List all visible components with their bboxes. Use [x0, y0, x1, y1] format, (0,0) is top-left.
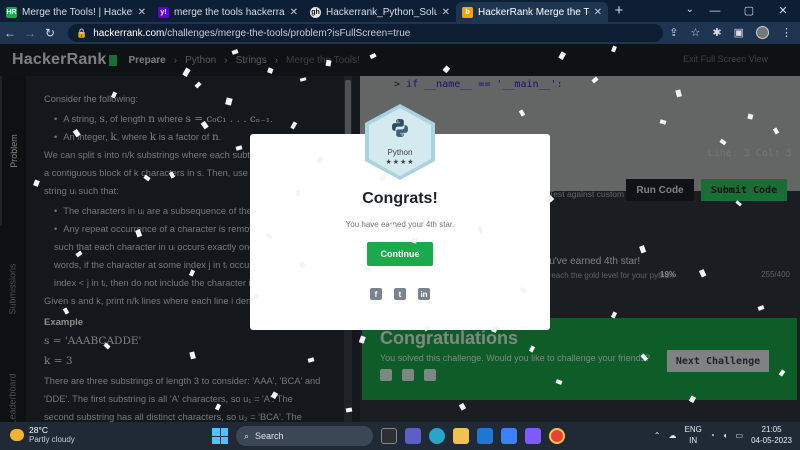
extensions-icon[interactable]: ✱: [712, 26, 721, 39]
toolbar-icons: ⇪ ☆ ✱ ▣ ⋮: [669, 26, 792, 39]
teams-app-icon[interactable]: [405, 428, 421, 444]
browser-tab-strip: HR Merge the Tools! | HackerRank ✕ y! me…: [0, 0, 800, 22]
profile-avatar[interactable]: [756, 26, 769, 39]
reload-icon[interactable]: ↻: [40, 26, 60, 40]
chrome-browser-icon[interactable]: [549, 428, 565, 444]
sidepanel-icon[interactable]: ▣: [734, 26, 744, 39]
continue-button[interactable]: Continue: [367, 242, 433, 266]
weather-temperature: 28°C: [29, 425, 48, 435]
weather-widget[interactable]: 28°C Partly cloudy: [10, 425, 75, 445]
facebook-icon[interactable]: f: [370, 288, 382, 300]
tab-search-icon[interactable]: ⌄: [686, 4, 694, 15]
tab-github-solutions[interactable]: gh Hackerrank_Python_Solutions/0 ✕: [304, 2, 456, 22]
tab-label: merge the tools hackerrank solut: [174, 6, 285, 18]
blog-favicon-icon: b: [462, 6, 473, 18]
code-editor-app-icon[interactable]: [501, 428, 517, 444]
maximize-button[interactable]: ▢: [732, 0, 766, 22]
close-tab-icon[interactable]: ✕: [138, 7, 146, 18]
new-tab-button[interactable]: +: [608, 2, 630, 22]
wifi-icon[interactable]: ◔: [710, 431, 715, 440]
modal-share-icons: f t in: [370, 288, 430, 300]
partly-cloudy-icon: [10, 429, 24, 441]
weather-description: Partly cloudy: [29, 435, 75, 444]
taskbar-search[interactable]: ⌕ Search: [236, 426, 373, 446]
badge-stars: ★★★★: [385, 159, 415, 166]
linkedin-icon[interactable]: in: [418, 288, 430, 300]
yahoo-favicon-icon: y!: [158, 6, 169, 18]
weather-text: 28°C Partly cloudy: [29, 425, 75, 445]
lock-icon[interactable]: 🔒: [76, 28, 87, 39]
copilot-app-icon[interactable]: [525, 428, 541, 444]
tab-label: HackerRank Merge the Tools! sol: [478, 6, 589, 18]
tab-label: Merge the Tools! | HackerRank: [22, 6, 133, 18]
url-bar[interactable]: 🔒 hackerrank.com/challenges/merge-the-to…: [68, 24, 663, 42]
search-icon: ⌕: [244, 430, 250, 441]
mail-app-icon[interactable]: [477, 428, 493, 444]
tab-merge-the-tools[interactable]: HR Merge the Tools! | HackerRank ✕: [0, 2, 152, 22]
congrats-modal: Python ★★★★ Congrats! You have earned yo…: [250, 104, 550, 330]
menu-kebab-icon[interactable]: ⋮: [781, 26, 792, 39]
tab-label: Hackerrank_Python_Solutions/0: [326, 6, 437, 18]
search-label: Search: [255, 431, 284, 441]
python-logo-icon: [392, 119, 408, 137]
hackerrank-favicon-icon: HR: [6, 6, 17, 18]
taskbar-apps: ⌕ Search: [212, 426, 565, 446]
window-controls: — ▢ ✕: [698, 0, 800, 22]
windows-taskbar: 28°C Partly cloudy ⌕ Search ⌃ ☁ ENG IN ◔…: [0, 422, 800, 450]
close-tab-icon[interactable]: ✕: [442, 7, 450, 18]
python-badge: Python ★★★★: [365, 104, 435, 180]
chevron-up-icon[interactable]: ⌃: [654, 431, 661, 440]
volume-icon[interactable]: ◖: [723, 431, 728, 440]
close-tab-icon[interactable]: ✕: [594, 7, 602, 18]
github-favicon-icon: gh: [310, 6, 321, 18]
language-region: IN: [689, 436, 698, 445]
badge-name: Python: [387, 148, 413, 157]
system-tray: ⌃ ☁ ENG IN ◔ ◖ ▭ 21:05 04-05-2023: [654, 424, 792, 446]
address-toolbar: ← → ↻ 🔒 hackerrank.com/challenges/merge-…: [0, 22, 800, 44]
clock[interactable]: 21:05 04-05-2023: [751, 424, 792, 446]
clock-date: 04-05-2023: [751, 436, 792, 445]
edge-browser-icon[interactable]: [429, 428, 445, 444]
file-explorer-icon[interactable]: [453, 428, 469, 444]
forward-arrow-icon[interactable]: →: [20, 26, 40, 40]
modal-text: You have earned your 4th star.: [345, 220, 455, 229]
language-code: ENG: [684, 425, 702, 434]
modal-title: Congrats!: [362, 190, 438, 207]
close-tab-icon[interactable]: ✕: [290, 7, 298, 18]
battery-icon[interactable]: ▭: [736, 431, 744, 440]
windows-start-icon[interactable]: [212, 428, 228, 444]
twitter-icon[interactable]: t: [394, 288, 406, 300]
minimize-button[interactable]: —: [698, 0, 732, 22]
url-path: /challenges/merge-the-tools/problem?isFu…: [164, 27, 411, 39]
url-host: hackerrank.com: [93, 27, 165, 39]
language-indicator[interactable]: ENG IN: [684, 424, 701, 446]
onedrive-cloud-icon[interactable]: ☁: [668, 431, 676, 440]
meet-app-icon[interactable]: [381, 428, 397, 444]
close-window-button[interactable]: ✕: [766, 0, 800, 22]
share-icon[interactable]: ⇪: [669, 26, 678, 39]
tab-yahoo-search[interactable]: y! merge the tools hackerrank solut ✕: [152, 2, 304, 22]
bookmark-star-icon[interactable]: ☆: [691, 26, 701, 39]
clock-time: 21:05: [761, 425, 782, 434]
back-arrow-icon[interactable]: ←: [0, 26, 20, 40]
tab-hackerrank-solution-active[interactable]: b HackerRank Merge the Tools! sol ✕: [456, 2, 608, 22]
